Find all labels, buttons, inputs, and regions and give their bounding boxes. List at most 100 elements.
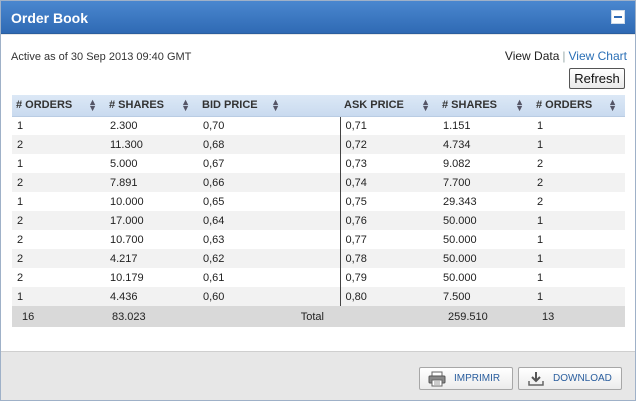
header-label: BID PRICE (202, 99, 258, 112)
order-book-panel: Order Book Active as of 30 Sep 2013 09:4… (0, 0, 636, 401)
bid-shares-cell: 5.000 (110, 157, 138, 170)
ask-shares-cell: 50.000 (443, 233, 477, 246)
bid-price-cell: 0,70 (203, 119, 225, 132)
view-data-link[interactable]: View Data (505, 49, 559, 63)
ask-shares-cell: 1.151 (443, 119, 471, 132)
header-bid-orders[interactable]: # ORDERS ▲ ▼ (12, 95, 105, 117)
panel-content: Active as of 30 Sep 2013 09:40 GMT View … (1, 35, 635, 352)
sort-arrows-icon: ▲ ▼ (181, 97, 190, 113)
bid-shares-cell: 10.000 (110, 195, 144, 208)
bid-price-cell: 0,66 (198, 173, 340, 192)
total-bid-shares: 83.023 (105, 306, 198, 327)
download-icon (527, 371, 545, 387)
ask-orders-cell: 2 (537, 157, 544, 170)
bid-orders-cell: 2 (12, 135, 105, 154)
bid-orders-cell: 1 (17, 195, 24, 208)
total-ask-price-empty (340, 306, 438, 327)
bid-price-cell: 0,63 (203, 233, 225, 246)
bid-shares-cell: 10.700 (110, 233, 144, 246)
ask-price-cell: 0,73 (339, 154, 438, 173)
totals-row: 16 83.023 Total 259.510 13 (12, 306, 625, 327)
total-ask-shares: 259.510 (438, 306, 532, 327)
ask-price-cell: 0,74 (339, 173, 438, 192)
ask-shares-cell: 7.700 (438, 173, 532, 192)
ask-shares-cell: 50.000 (438, 211, 532, 230)
ask-price-cell: 0,71 (339, 116, 438, 135)
panel-title-bar: Order Book (1, 1, 635, 34)
ask-price-cell: 0,80 (339, 287, 438, 306)
ask-shares-cell: 50.000 (443, 271, 477, 284)
sort-arrows-icon: ▲ ▼ (421, 97, 430, 113)
bid-orders-cell: 2 (12, 211, 105, 230)
bid-shares-cell: 4.436 (105, 287, 198, 306)
bid-orders-cell: 1 (17, 119, 24, 132)
minimize-icon[interactable] (611, 10, 625, 24)
table-row: 2 10.179 0,61 0,79 50.000 1 (12, 268, 625, 287)
bid-shares-cell: 2.300 (110, 119, 138, 132)
header-label: # ORDERS (16, 99, 73, 112)
download-label: DOWNLOAD (553, 373, 612, 384)
bid-price-cell: 0,65 (203, 195, 225, 208)
ask-price-cell: 0,78 (339, 249, 438, 268)
table-row: 1 2.300 0,70 0,71 1.151 1 (12, 116, 625, 135)
sort-arrows-icon: ▲ ▼ (88, 97, 97, 113)
bid-price-cell: 0,64 (198, 211, 340, 230)
sort-arrows-icon: ▲ ▼ (515, 97, 524, 113)
ask-orders-cell: 1 (532, 135, 625, 154)
bid-orders-cell: 2 (17, 233, 24, 246)
bid-shares-cell: 10.179 (110, 271, 144, 284)
ask-shares-cell: 4.734 (438, 135, 532, 154)
table-row: 2 10.700 0,63 0,77 50.000 1 (12, 230, 625, 249)
header-bid-shares[interactable]: # SHARES ▲ ▼ (105, 95, 198, 117)
view-separator: | (562, 49, 566, 63)
bid-orders-cell: 2 (17, 271, 24, 284)
ask-price-cell: 0,72 (339, 135, 438, 154)
bid-shares-cell: 17.000 (105, 211, 198, 230)
table-row: 2 7.891 0,66 0,74 7.700 2 (12, 173, 625, 192)
bid-orders-cell: 1 (17, 157, 24, 170)
ask-shares-cell: 7.500 (438, 287, 532, 306)
header-label: # SHARES (442, 99, 498, 112)
ask-price-cell: 0,79 (339, 268, 438, 287)
view-chart-link[interactable]: View Chart (569, 49, 627, 63)
ask-price-cell: 0,77 (339, 230, 438, 249)
total-bid-orders: 16 (12, 306, 105, 327)
sort-arrows-icon: ▲ ▼ (608, 97, 617, 113)
total-ask-orders: 13 (532, 306, 625, 327)
table-row: 1 10.000 0,65 0,75 29.343 2 (12, 192, 625, 211)
table-row: 1 4.436 0,60 0,80 7.500 1 (12, 287, 625, 306)
table-row: 1 5.000 0,67 0,73 9.082 2 (12, 154, 625, 173)
table-row: 2 11.300 0,68 0,72 4.734 1 (12, 135, 625, 154)
header-ask-orders[interactable]: # ORDERS ▲ ▼ (532, 95, 625, 117)
header-label: # SHARES (109, 99, 165, 112)
ask-price-cell: 0,76 (339, 211, 438, 230)
table-row: 2 4.217 0,62 0,78 50.000 1 (12, 249, 625, 268)
order-book-table: # ORDERS ▲ ▼ # SHARES ▲ ▼ BID PRICE ▲ ▼ ASK PR… (12, 95, 625, 327)
table-row: 2 17.000 0,64 0,76 50.000 1 (12, 211, 625, 230)
bid-price-cell: 0,62 (198, 249, 340, 268)
download-button[interactable]: DOWNLOAD (518, 367, 622, 390)
print-label: IMPRIMIR (454, 373, 501, 384)
table-header-row: # ORDERS ▲ ▼ # SHARES ▲ ▼ BID PRICE ▲ ▼ ASK PR… (12, 95, 625, 117)
bid-shares-cell: 7.891 (105, 173, 198, 192)
active-timestamp: Active as of 30 Sep 2013 09:40 GMT (11, 51, 192, 63)
ask-orders-cell: 1 (532, 249, 625, 268)
header-bid-price[interactable]: BID PRICE ▲ ▼ (198, 95, 340, 117)
header-label: ASK PRICE (344, 99, 404, 112)
view-switcher: View Data | View Chart (505, 49, 627, 63)
refresh-button[interactable]: Refresh (569, 68, 625, 89)
header-label: # ORDERS (536, 99, 593, 112)
ask-orders-cell: 1 (537, 233, 544, 246)
ask-orders-cell: 1 (532, 287, 625, 306)
header-ask-shares[interactable]: # SHARES ▲ ▼ (438, 95, 532, 117)
ask-orders-cell: 2 (532, 173, 625, 192)
printer-icon (428, 371, 446, 387)
ask-orders-cell: 1 (537, 119, 544, 132)
bid-orders-cell: 2 (12, 173, 105, 192)
ask-shares-cell: 9.082 (443, 157, 471, 170)
header-ask-price[interactable]: ASK PRICE ▲ ▼ (340, 95, 438, 117)
ask-shares-cell: 29.343 (443, 195, 477, 208)
panel-title: Order Book (11, 10, 89, 26)
sort-arrows-icon: ▲ ▼ (271, 97, 280, 113)
print-button[interactable]: IMPRIMIR (419, 367, 513, 390)
